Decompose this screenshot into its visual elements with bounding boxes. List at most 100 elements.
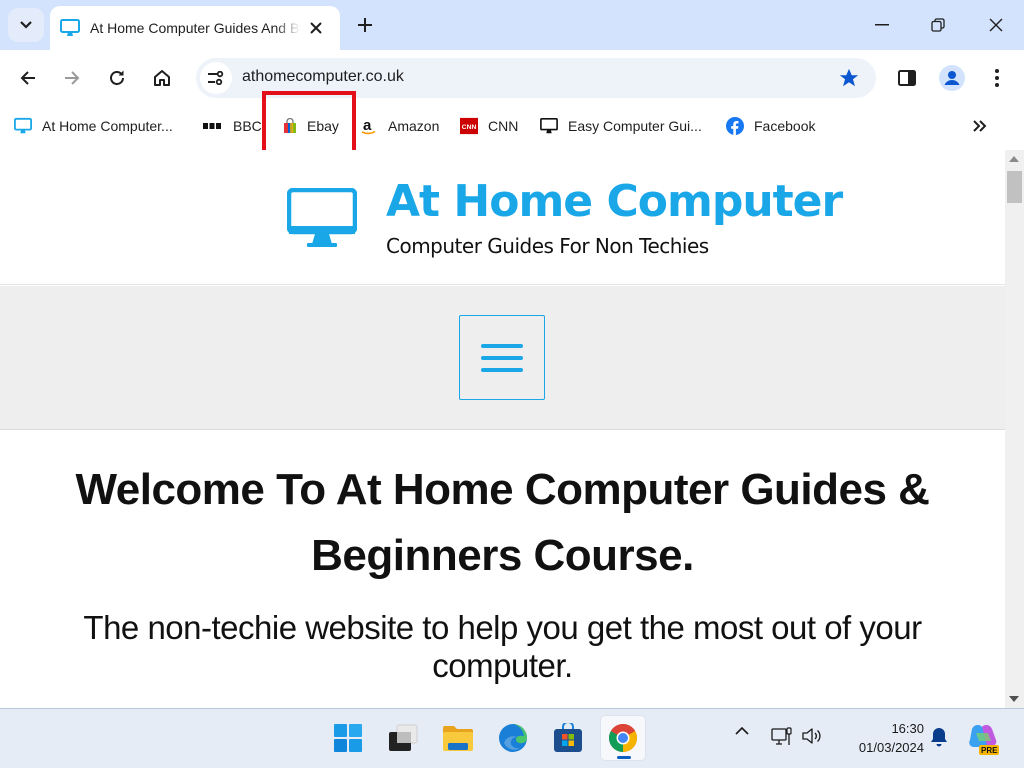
site-tagline: Computer Guides For Non Techies — [386, 234, 709, 258]
double-chevron-icon — [973, 120, 987, 132]
network-icon — [771, 727, 792, 745]
taskbar-file-explorer[interactable] — [435, 715, 481, 761]
bookmark-amazon[interactable]: a Amazon — [360, 114, 439, 138]
back-arrow-icon — [20, 71, 35, 85]
close-icon — [989, 18, 1003, 32]
site-logo-monitor-icon[interactable] — [286, 187, 358, 255]
side-panel-icon — [898, 70, 916, 86]
scroll-down-arrow-icon[interactable] — [1009, 696, 1019, 702]
task-view-icon — [389, 724, 418, 751]
notifications-button[interactable] — [928, 727, 950, 747]
kebab-menu-icon — [995, 69, 999, 87]
network-button[interactable] — [770, 727, 794, 747]
svg-text:CNN: CNN — [462, 124, 477, 131]
site-info-button[interactable] — [200, 62, 232, 94]
bookmark-at-home-computer[interactable]: At Home Computer... — [14, 114, 173, 138]
scroll-up-arrow-icon[interactable] — [1009, 156, 1019, 162]
forward-arrow-icon — [65, 71, 80, 85]
taskbar-clock[interactable]: 16:30 01/03/2024 — [838, 719, 924, 757]
amazon-icon: a — [360, 117, 378, 135]
tab-title: At Home Computer Guides And Beginners Co… — [90, 20, 300, 36]
svg-text:a: a — [363, 117, 372, 134]
page-subheading: The non-techie website to help you get t… — [83, 609, 922, 684]
bookmark-bbc[interactable]: BBC — [203, 114, 262, 138]
bookmark-label: Facebook — [754, 118, 816, 134]
site-title[interactable]: At Home Computer — [386, 176, 843, 227]
reload-icon — [110, 70, 124, 85]
profile-button[interactable] — [936, 62, 968, 94]
chevron-down-icon — [20, 21, 32, 29]
tray-overflow-button[interactable] — [732, 727, 752, 735]
back-button[interactable] — [12, 62, 44, 94]
new-tab-button[interactable] — [352, 12, 378, 38]
taskbar-edge[interactable] — [490, 715, 536, 761]
volume-button[interactable] — [800, 727, 824, 745]
scrollbar-thumb[interactable] — [1007, 171, 1022, 203]
taskbar-store[interactable] — [545, 715, 591, 761]
taskbar-task-view[interactable] — [380, 715, 426, 761]
site-header: At Home Computer Computer Guides For Non… — [0, 150, 1005, 285]
tab-close-button[interactable] — [306, 18, 326, 38]
taskbar-chrome[interactable] — [600, 715, 646, 761]
hamburger-icon-line — [481, 367, 523, 372]
taskbar-start[interactable] — [325, 715, 371, 761]
chevron-up-icon — [735, 727, 749, 735]
volume-icon — [802, 728, 821, 744]
browser-toolbar: athomecomputer.co.uk — [0, 50, 1024, 106]
hamburger-icon-line — [481, 343, 523, 348]
active-tab[interactable]: At Home Computer Guides And Beginners Co… — [50, 6, 340, 50]
close-icon — [310, 22, 322, 34]
restore-button[interactable] — [918, 8, 958, 42]
bell-icon — [931, 728, 947, 747]
profile-icon — [939, 65, 965, 91]
bookmark-star-button[interactable] — [838, 67, 860, 94]
restore-icon — [931, 18, 945, 32]
plus-icon — [358, 18, 372, 32]
bookmarks-overflow-button[interactable] — [968, 114, 992, 138]
tab-strip: At Home Computer Guides And Beginners Co… — [0, 0, 1024, 50]
tab-search-button[interactable] — [8, 8, 44, 42]
copilot-button[interactable]: PRE — [966, 721, 1000, 755]
bookmark-facebook[interactable]: Facebook — [726, 114, 815, 138]
page-scrollbar[interactable] — [1005, 150, 1024, 708]
minimize-icon — [875, 24, 889, 26]
copilot-badge: PRE — [981, 746, 998, 755]
side-panel-button[interactable] — [891, 62, 923, 94]
monitor-icon — [14, 117, 32, 135]
menu-toggle-button[interactable] — [459, 315, 545, 400]
store-icon — [554, 723, 582, 752]
bookmark-label: Easy Computer Gui... — [568, 118, 702, 134]
navigation-band — [0, 286, 1005, 430]
bookmark-cnn[interactable]: CNN CNN — [460, 114, 518, 138]
forward-button[interactable] — [56, 62, 88, 94]
home-icon — [154, 70, 170, 86]
edge-icon — [499, 724, 527, 752]
star-filled-icon — [839, 68, 859, 87]
screen: At Home Computer Guides And Beginners Co… — [0, 0, 1024, 768]
chrome-icon — [609, 724, 637, 752]
page-viewport: At Home Computer Computer Guides For Non… — [0, 150, 1005, 708]
page-content: Welcome To At Home Computer Guides & Beg… — [0, 431, 1005, 708]
bbc-icon — [203, 117, 221, 135]
bookmark-easy-computer-guides[interactable]: Easy Computer Gui... — [540, 114, 702, 138]
minimize-button[interactable] — [862, 8, 902, 42]
monitor-icon — [60, 19, 80, 36]
cnn-icon: CNN — [460, 117, 478, 135]
monitor-icon — [540, 117, 558, 135]
bookmark-label: BBC — [233, 118, 262, 134]
url-text[interactable]: athomecomputer.co.uk — [242, 68, 404, 86]
copilot-icon: PRE — [969, 724, 999, 755]
page-heading: Welcome To At Home Computer Guides & Beg… — [75, 465, 930, 580]
bookmarks-bar: At Home Computer... BBC Ebay a Amazon CN… — [0, 106, 1024, 146]
home-button[interactable] — [146, 62, 178, 94]
ebay-highlight-box — [262, 91, 356, 158]
active-app-indicator — [617, 756, 631, 759]
chrome-menu-button[interactable] — [981, 62, 1013, 94]
windows-taskbar: 16:30 01/03/2024 PRE — [0, 708, 1024, 768]
facebook-icon — [726, 117, 744, 135]
clock-time: 16:30 — [891, 721, 924, 736]
clock-date: 01/03/2024 — [858, 740, 924, 755]
close-window-button[interactable] — [976, 8, 1016, 42]
bookmark-label: At Home Computer... — [42, 118, 173, 134]
reload-button[interactable] — [101, 62, 133, 94]
